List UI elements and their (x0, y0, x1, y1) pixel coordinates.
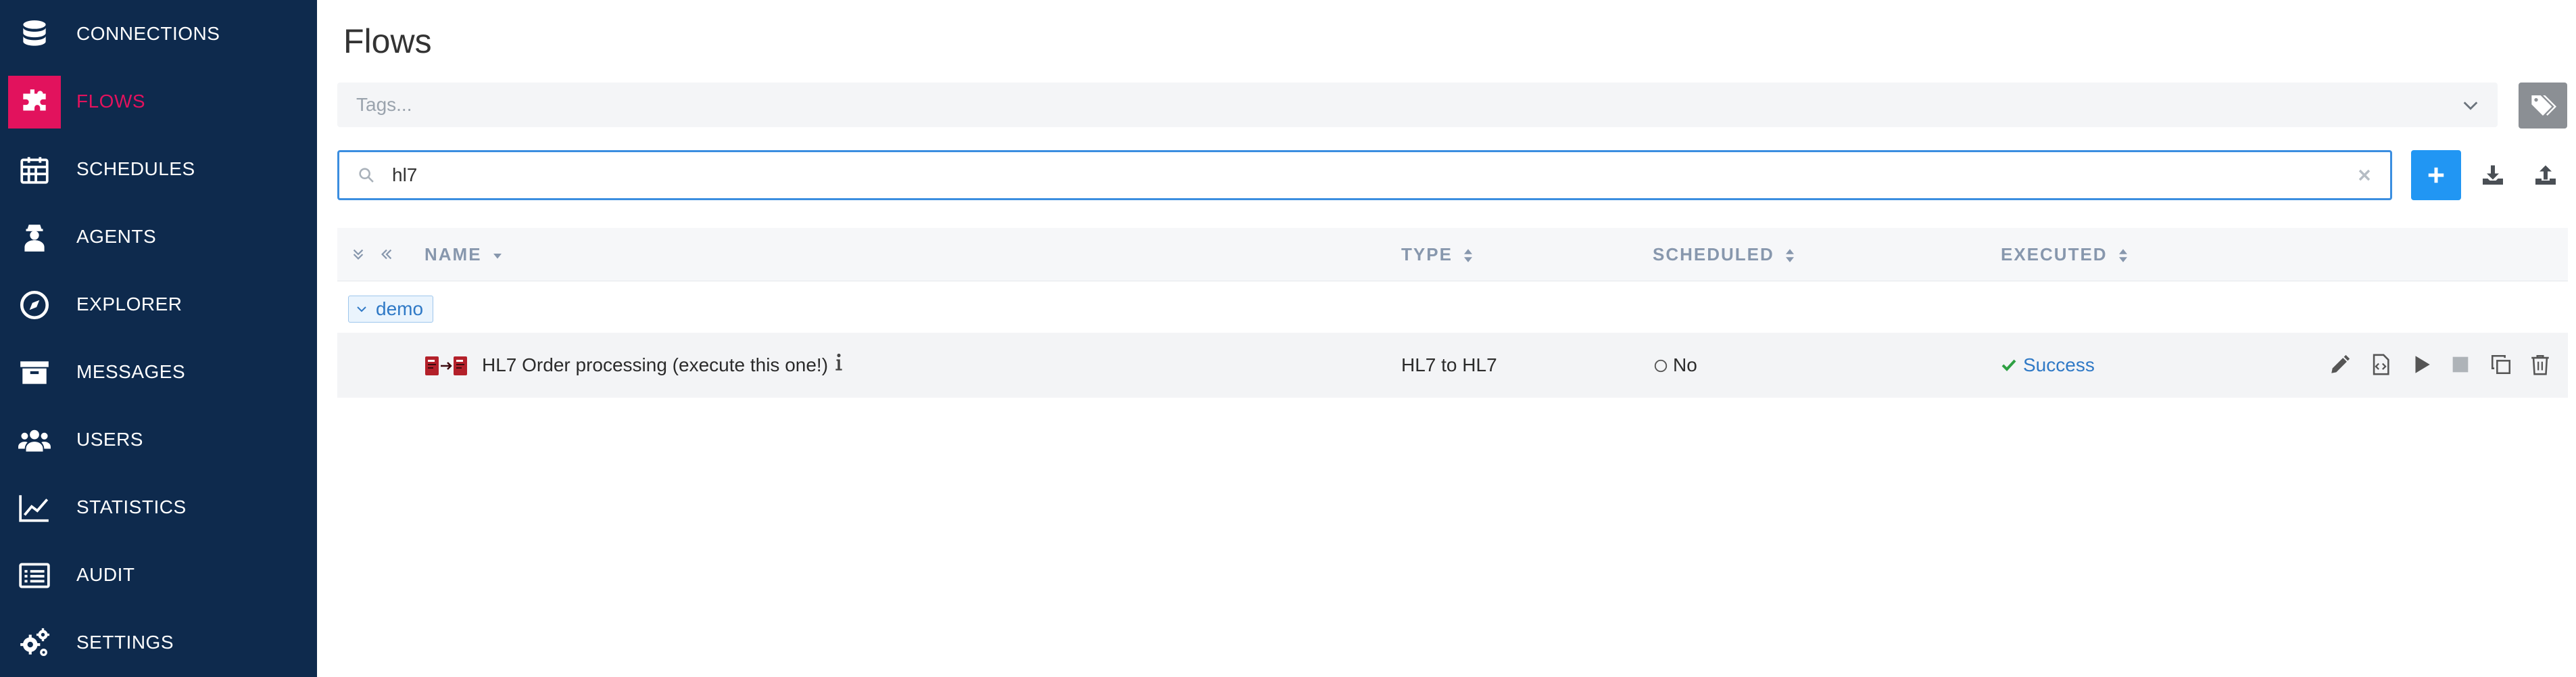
sidebar-item-agents[interactable]: AGENTS (0, 203, 317, 271)
clear-icon[interactable] (2356, 167, 2373, 183)
sidebar-item-settings[interactable]: SETTINGS (0, 609, 317, 676)
flow-name[interactable]: HL7 Order processing (execute this one!) (482, 333, 828, 398)
table-header: NAME TYPE SCHEDULED EXECUTED (337, 228, 2568, 281)
tags-icon (2531, 95, 2556, 116)
agent-icon (8, 211, 61, 264)
sidebar-item-statistics[interactable]: STATISTICS (0, 473, 317, 541)
sidebar-item-explorer[interactable]: EXPLORER (0, 271, 317, 338)
group-toggle[interactable]: demo (348, 296, 434, 323)
flow-executed-status[interactable]: Success (2023, 333, 2095, 398)
info-icon[interactable] (834, 353, 844, 372)
database-icon (8, 8, 61, 61)
plus-icon (2428, 167, 2444, 183)
copy-icon[interactable] (2489, 353, 2512, 376)
table-row[interactable]: HL7 Order processing (execute this one!)… (337, 333, 2568, 398)
flow-type: HL7 to HL7 (1401, 354, 1497, 375)
search-value: hl7 (392, 164, 418, 185)
calendar-icon (8, 143, 61, 196)
sidebar-item-audit[interactable]: AUDIT (0, 541, 317, 609)
add-flow-button[interactable] (2411, 150, 2461, 200)
tags-select[interactable]: Tags... (337, 83, 2498, 127)
circle-icon (1654, 359, 1668, 373)
gears-icon (8, 617, 61, 670)
check-icon (2001, 359, 2016, 371)
sidebar: CONNECTIONS FLOWS SCHEDULES AGENTS EXPLO… (0, 0, 317, 677)
sidebar-item-connections[interactable]: CONNECTIONS (0, 0, 317, 68)
archive-icon (8, 346, 61, 399)
sidebar-item-label: MESSAGES (76, 361, 186, 382)
sidebar-item-schedules[interactable]: SCHEDULES (0, 135, 317, 203)
sidebar-item-label: AGENTS (76, 226, 157, 247)
sort-desc-icon (493, 254, 502, 259)
hl7-flow-icon (425, 356, 467, 375)
play-icon[interactable] (2410, 353, 2433, 376)
sidebar-item-flows[interactable]: FLOWS (0, 68, 317, 135)
compass-icon (8, 279, 61, 331)
sidebar-item-label: STATISTICS (76, 496, 187, 517)
sort-icon (1463, 249, 1472, 262)
column-header-scheduled[interactable]: SCHEDULED (1653, 228, 1796, 281)
upload-icon[interactable] (2533, 162, 2558, 187)
sidebar-item-label: EXPLORER (76, 294, 183, 314)
sort-icon (1785, 249, 1794, 262)
file-code-icon[interactable] (2369, 353, 2392, 376)
users-icon (8, 414, 61, 467)
search-input[interactable]: hl7 (337, 150, 2392, 200)
stop-icon[interactable] (2449, 353, 2472, 376)
collapse-all-icon[interactable] (379, 247, 394, 262)
column-header-name[interactable]: NAME (424, 228, 504, 281)
download-icon[interactable] (2481, 162, 2505, 187)
sidebar-item-label: AUDIT (76, 564, 135, 585)
list-icon (8, 549, 61, 602)
sidebar-item-label: SETTINGS (76, 632, 174, 653)
sidebar-item-label: CONNECTIONS (76, 23, 220, 44)
expand-all-icon[interactable] (351, 247, 366, 262)
sidebar-item-users[interactable]: USERS (0, 406, 317, 473)
chevron-down-icon (2463, 101, 2478, 110)
edit-icon[interactable] (2329, 353, 2352, 376)
search-icon (359, 168, 374, 183)
tags-button[interactable] (2519, 83, 2567, 129)
column-header-executed[interactable]: EXECUTED (2001, 228, 2129, 281)
sidebar-item-messages[interactable]: MESSAGES (0, 338, 317, 406)
page-title: Flows (343, 22, 432, 60)
sidebar-item-label: SCHEDULES (76, 158, 195, 179)
chevron-down-icon (357, 306, 366, 312)
group-label: demo (376, 298, 424, 319)
flow-scheduled: No (1673, 354, 1697, 375)
column-header-type[interactable]: TYPE (1401, 228, 1474, 281)
trash-icon[interactable] (2529, 353, 2552, 376)
sidebar-item-label: USERS (76, 429, 143, 450)
puzzle-icon (8, 76, 61, 129)
tags-placeholder: Tags... (356, 94, 412, 115)
sidebar-item-label: FLOWS (76, 91, 146, 112)
line-chart-icon (8, 482, 61, 534)
sort-icon (2118, 249, 2127, 262)
